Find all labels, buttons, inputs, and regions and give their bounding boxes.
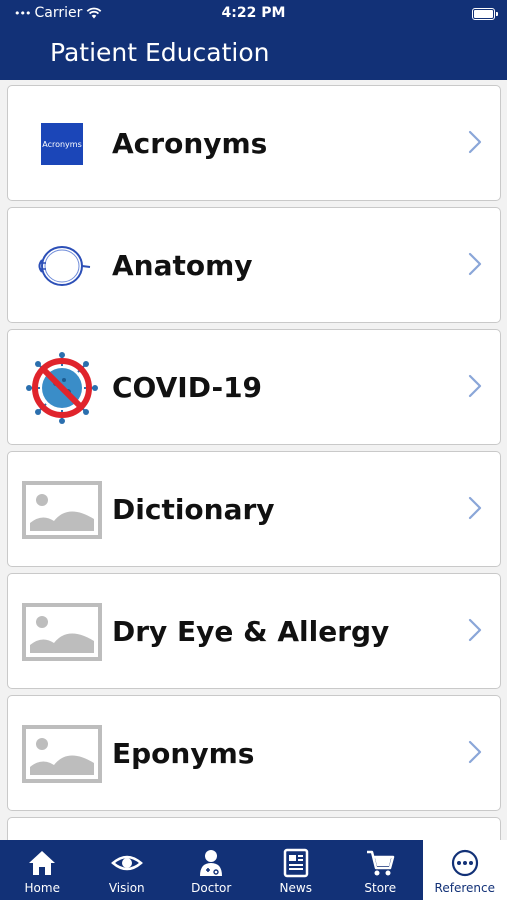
tab-doctor[interactable]: Doctor: [169, 840, 254, 900]
doctor-icon: [200, 850, 223, 876]
status-bar: ••• Carrier 4:22 PM: [0, 0, 507, 28]
clock: 4:22 PM: [221, 5, 286, 21]
list-item-dictionary[interactable]: Dictionary: [7, 451, 501, 567]
eye-icon: [110, 855, 143, 871]
image-placeholder-icon: [22, 594, 102, 670]
newspaper-icon: [283, 848, 308, 878]
tab-home[interactable]: Home: [0, 840, 85, 900]
chevron-right-icon: [468, 130, 482, 154]
image-placeholder-icon: [22, 716, 102, 792]
tab-label: Vision: [108, 881, 145, 895]
list-item-label: Anatomy: [112, 249, 253, 282]
tab-label: News: [279, 881, 312, 895]
tab-news[interactable]: News: [254, 840, 339, 900]
list-item-dry-eye-allergy[interactable]: Dry Eye & Allergy: [7, 573, 501, 689]
image-placeholder-icon: [22, 472, 102, 548]
list-item-label: Dry Eye & Allergy: [112, 615, 390, 648]
tab-label: Reference: [434, 881, 495, 895]
topic-list[interactable]: Acronyms Acronyms Anatomy COVID-19 Dicti…: [0, 80, 507, 840]
chevron-right-icon: [468, 252, 482, 276]
home-icon: [29, 851, 56, 875]
list-item-covid-19[interactable]: COVID-19: [7, 329, 501, 445]
acronyms-thumb-text: Acronyms: [42, 139, 82, 149]
tab-bar: Home Vision Doctor News Store Reference: [0, 840, 507, 900]
list-item-label: Acronyms: [112, 127, 268, 160]
eye-anatomy-icon: [22, 228, 102, 304]
chevron-right-icon: [468, 496, 482, 520]
tab-store[interactable]: Store: [338, 840, 423, 900]
page-title: Patient Education: [50, 38, 270, 67]
no-virus-icon: [22, 350, 102, 426]
list-item-label: COVID-19: [112, 371, 263, 404]
cart-icon: [367, 850, 395, 876]
tab-reference[interactable]: Reference: [422, 840, 507, 900]
more-icon: [451, 849, 478, 877]
list-item-label: Dictionary: [112, 493, 275, 526]
list-item-acronyms[interactable]: Acronyms Acronyms: [7, 85, 501, 201]
tab-label: Doctor: [191, 881, 232, 895]
chevron-right-icon: [468, 374, 482, 398]
navigation-bar: Patient Education: [0, 28, 507, 80]
tab-label: Store: [364, 881, 397, 895]
list-item-partial[interactable]: [7, 817, 501, 840]
chevron-right-icon: [468, 740, 482, 764]
chevron-right-icon: [468, 618, 482, 642]
acronyms-icon: Acronyms: [22, 106, 102, 182]
list-item-anatomy[interactable]: Anatomy: [7, 207, 501, 323]
battery-icon: [472, 8, 498, 20]
tab-label: Home: [24, 881, 60, 895]
tab-vision[interactable]: Vision: [85, 840, 170, 900]
list-item-label: Eponyms: [112, 737, 255, 770]
list-item-eponyms[interactable]: Eponyms: [7, 695, 501, 811]
